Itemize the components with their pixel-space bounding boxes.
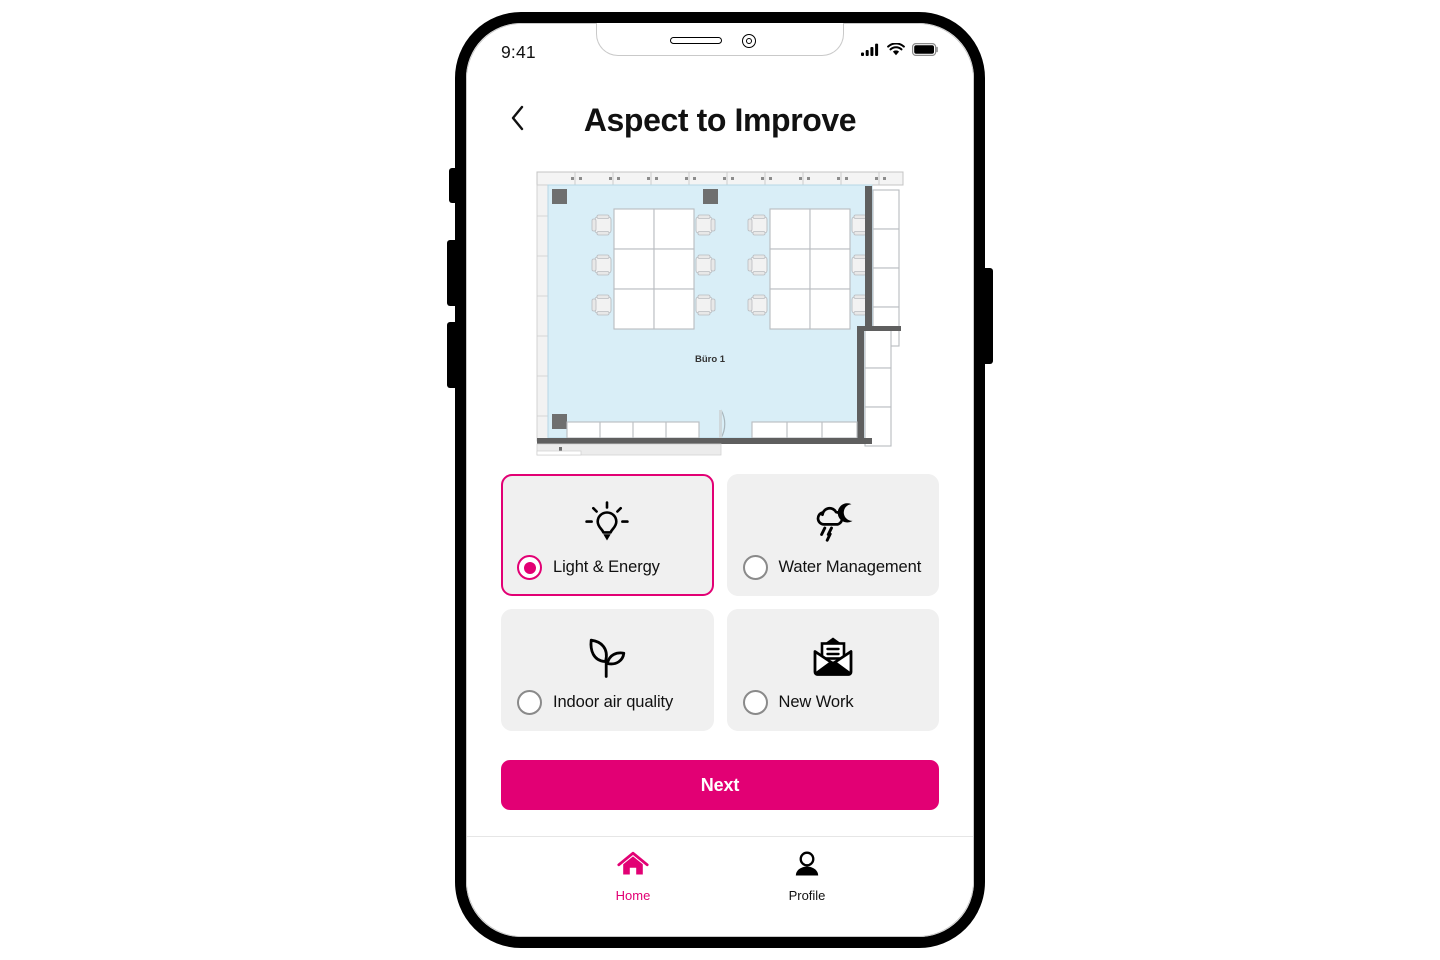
option-card-new-work[interactable]: New Work [726,609,939,731]
lightbulb-icon [517,488,698,555]
option-label-indoor-air-quality: Indoor air quality [553,693,674,711]
bottom-navigation: Home Profile [467,836,973,936]
nav-label-home: Home [615,888,651,903]
option-row-indoor-air-quality: Indoor air quality [517,690,698,715]
nav-label-profile: Profile [788,888,826,903]
option-row-water-management: Water Management [742,555,924,580]
radio-indoor-air-quality[interactable] [517,690,542,715]
volume-down-button[interactable] [447,322,457,388]
floorplan-room-label: Büro 1 [695,354,726,365]
page-header: Aspect to Improve [467,72,973,168]
volume-up-button[interactable] [447,240,457,306]
option-label-light-energy: Light & Energy [553,558,660,576]
front-camera-icon [742,34,756,48]
option-label-water-management: Water Management [778,558,922,576]
phone-screen: 9:41 Aspect to Improve Büro 1 Light & En… [467,24,973,936]
mute-switch[interactable] [449,168,457,203]
person-icon [792,851,822,883]
chevron-left-icon [510,105,526,136]
open-envelope-icon [743,623,924,690]
page-content: Büro 1 Light & Energy Water Management I… [467,168,973,836]
power-button[interactable] [983,268,993,364]
option-card-water-management[interactable]: Water Management [726,474,939,596]
option-row-light-energy: Light & Energy [517,555,698,580]
nav-item-home[interactable]: Home [585,851,681,936]
next-button[interactable]: Next [501,760,939,810]
nav-item-profile[interactable]: Profile [759,851,855,936]
battery-icon [912,43,939,61]
sprout-leaf-icon [517,623,698,690]
earpiece-speaker-icon [670,37,722,44]
page-title: Aspect to Improve [583,101,857,138]
option-label-new-work: New Work [778,693,854,711]
status-time: 9:41 [501,41,536,62]
back-button[interactable] [503,105,533,135]
wifi-icon [887,42,905,61]
option-card-indoor-air-quality[interactable]: Indoor air quality [501,609,714,731]
option-row-new-work: New Work [742,690,924,715]
option-card-light-energy[interactable]: Light & Energy [501,474,714,596]
radio-water-management[interactable] [742,555,768,580]
status-icons [861,42,939,61]
rain-cloud-moon-icon [743,488,924,555]
radio-new-work[interactable] [742,690,768,715]
primary-action-area: Next [501,736,939,836]
radio-light-energy[interactable] [517,555,542,580]
floorplan-image[interactable]: Büro 1 [501,170,939,456]
screenshot-canvas: 9:41 Aspect to Improve Büro 1 Light & En… [0,0,1440,960]
home-icon [617,851,649,883]
cellular-signal-icon [861,43,880,61]
aspect-options-grid: Light & Energy Water Management Indoor a… [501,474,939,731]
